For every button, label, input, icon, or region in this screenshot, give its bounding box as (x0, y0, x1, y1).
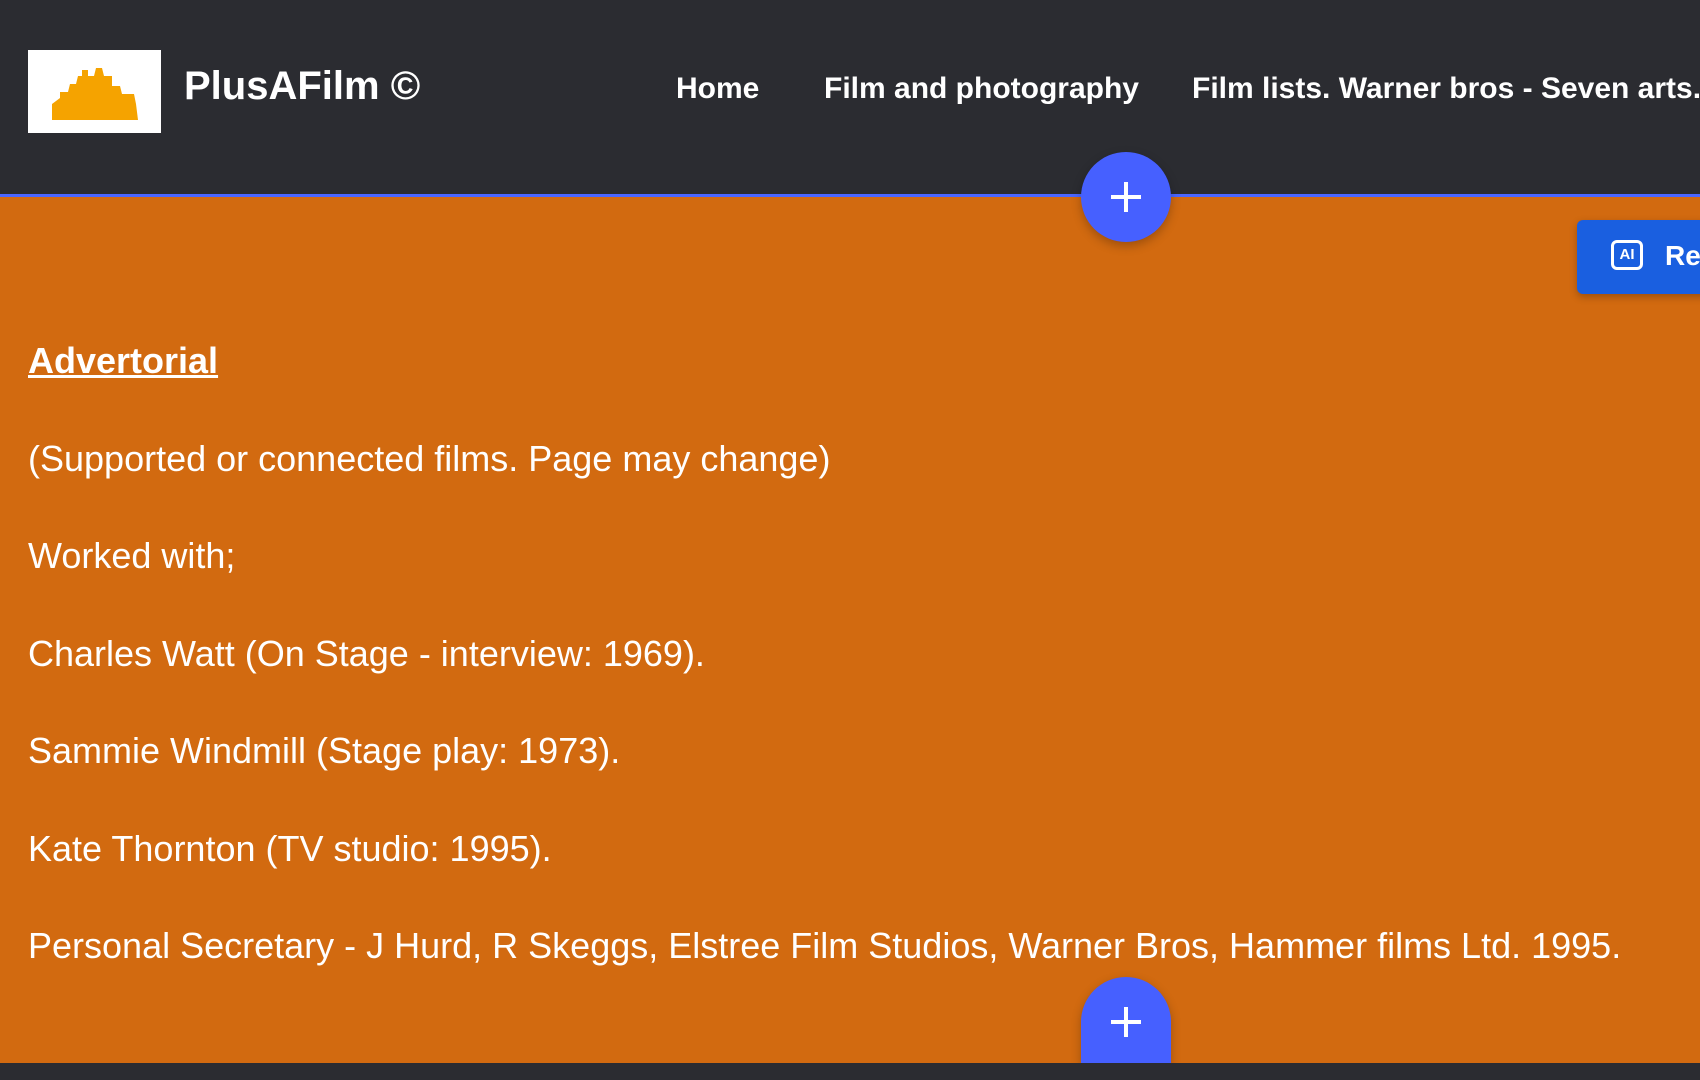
nav-home[interactable]: Home (676, 72, 759, 106)
list-item: Personal Secretary - J Hurd, R Skeggs, E… (28, 925, 1622, 966)
section-heading: Advertorial (28, 340, 219, 381)
nav-film-lists[interactable]: Film lists. Warner bros - Seven arts. (1192, 72, 1700, 106)
nav-film-and-photography[interactable]: Film and photography (824, 72, 1139, 106)
ai-assist-label: Re (1665, 240, 1700, 271)
site-header: PlusAFilm © Home Film and photography Fi… (0, 0, 1700, 196)
ai-assist-button[interactable]: AI Re (1577, 220, 1700, 294)
list-item: Charles Watt (On Stage - interview: 1969… (28, 633, 705, 674)
next-section-edge (0, 1063, 1700, 1080)
site-logo[interactable] (28, 50, 161, 133)
worked-with-label: Worked with; (28, 535, 236, 576)
section-subtitle: (Supported or connected films. Page may … (28, 438, 831, 479)
site-title[interactable]: PlusAFilm © (184, 64, 420, 109)
list-item: Sammie Windmill (Stage play: 1973). (28, 730, 621, 771)
castle-logo-icon (52, 68, 138, 120)
add-section-button-top[interactable] (1081, 152, 1171, 242)
ai-icon: AI (1611, 240, 1643, 270)
add-section-button-bottom[interactable] (1081, 977, 1171, 1063)
list-item: Kate Thornton (TV studio: 1995). (28, 828, 552, 869)
